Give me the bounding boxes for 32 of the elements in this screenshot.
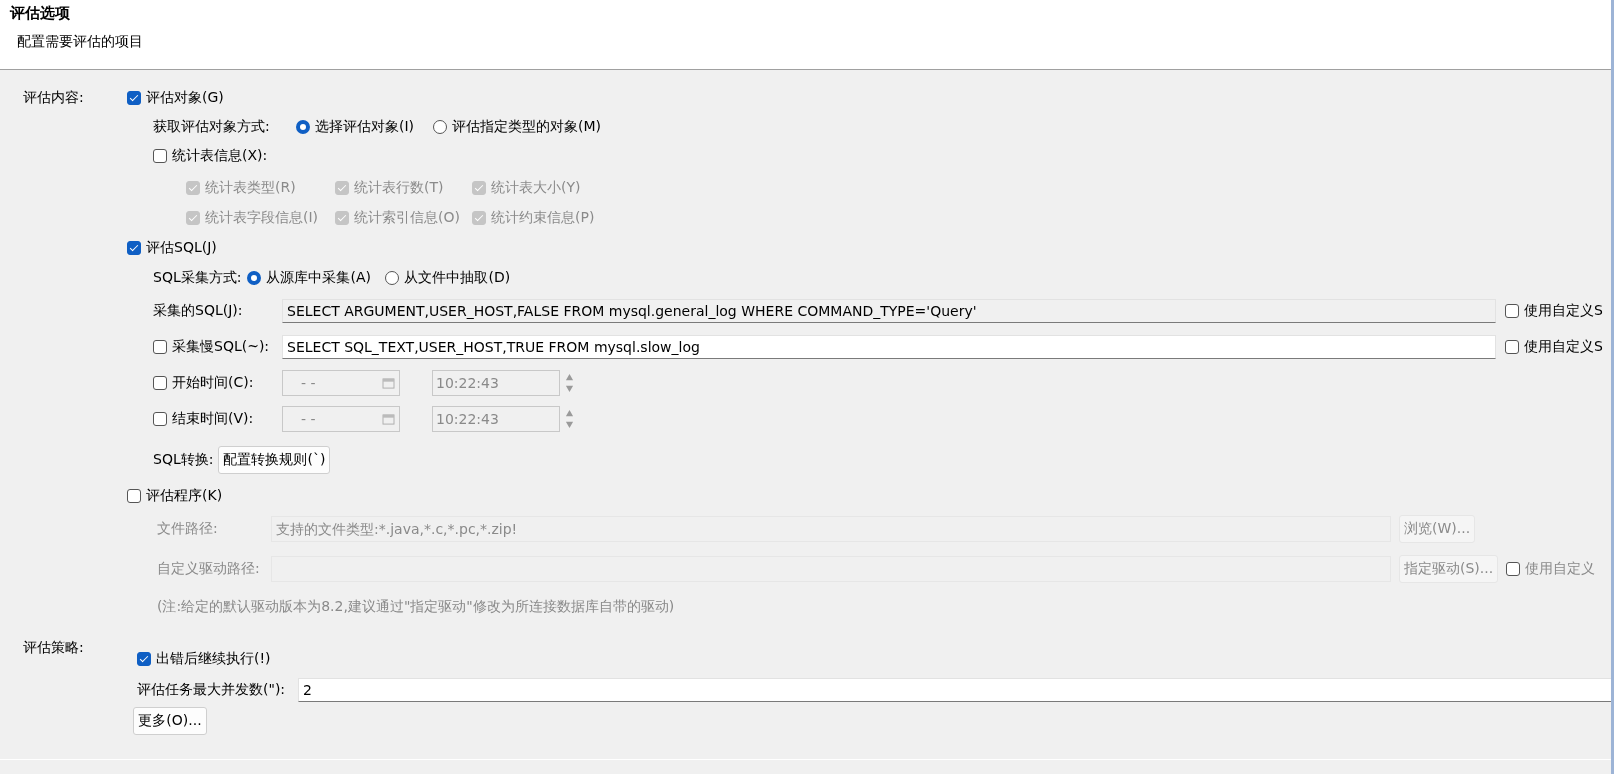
table-stats-checkbox[interactable]: 统计表信息(X): [153,147,268,165]
page-subtitle: 配置需要评估的项目 [17,33,144,51]
time-checkbox[interactable]: 开始时间(C): [153,373,254,392]
path-label: 自定义驱动路径: [157,560,261,578]
sql-convert-label: SQL转换: [153,451,214,469]
concurrency-label: 评估任务最大并发数("): [137,681,287,699]
path-label: 文件路径: [157,520,219,538]
calendar-icon[interactable] [382,377,395,389]
spinner-icon[interactable] [565,372,574,394]
sql-input-field[interactable]: SELECT SQL_TEXT,USER_HOST,TRUE FROM mysql.slow_log [282,335,1496,359]
more-button[interactable]: 更多(O)... [133,707,207,735]
page-title: 评估选项 [10,3,71,24]
sql-method-radio[interactable]: 从源库中采集(A) [247,269,386,287]
method-label: 获取评估对象方式: [153,118,271,136]
sql-method-label: SQL采集方式: [153,269,242,287]
calendar-icon[interactable] [382,413,395,425]
spinner-icon[interactable] [565,408,574,430]
driver-note: (注:给定的默认驱动版本为8.2,建议通过"指定驱动"修改为所连接数据库自带的驱动) [156,597,676,616]
concurrency-input-field[interactable]: 2 [298,678,1611,702]
time-checkbox[interactable]: 结束时间(V): [153,409,254,428]
custom-sql-checkbox[interactable]: 使用自定义S [1505,338,1603,356]
section-label: 评估策略: [22,638,85,657]
assess-sql-checkbox[interactable]: 评估SQL(J) [127,239,217,257]
slow-sql-checkbox[interactable]: 采集慢SQL(~): [153,337,270,356]
sql-label: 采集的SQL(J): [153,302,243,318]
method-radio[interactable]: 选择评估对象(I) [296,118,433,136]
assess-objects-checkbox[interactable]: 评估对象(G) [127,89,224,107]
method-radio[interactable]: 评估指定类型的对象(M) [433,118,601,136]
sql-method-radio[interactable]: 从文件中抽取(D) [385,269,511,287]
convert-rules-button[interactable]: 配置转换规则(`) [218,446,331,474]
continue-on-error-checkbox[interactable]: 出错后继续执行(!) [137,650,271,668]
section-label: 评估内容: [22,88,85,107]
